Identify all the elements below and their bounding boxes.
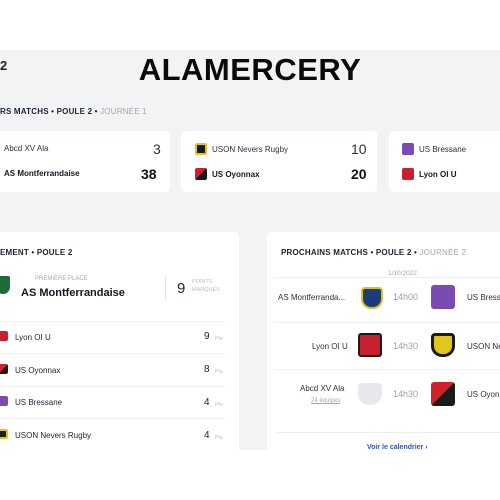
upcoming-section-title: PROCHAINS MATCHS • POULE 2 • JOURNÉE 2 bbox=[281, 248, 466, 257]
upcoming-3-time: 14h30 bbox=[393, 389, 419, 399]
result-2-home-row: USON Nevers Rugby 10 bbox=[195, 141, 375, 157]
upcoming-2-time: 14h30 bbox=[393, 341, 419, 351]
standings-card: EMENT • POULE 2 PREMIÈRE PLACE AS Montfe… bbox=[0, 232, 239, 462]
standings-row-2-team[interactable]: US Oyonnax bbox=[15, 366, 60, 375]
result-2-away-team: US Oyonnax bbox=[212, 169, 260, 179]
upcoming-3-subtext[interactable]: 24 équipes bbox=[311, 398, 340, 404]
standings-row-1-points: 9 bbox=[204, 331, 210, 342]
result-3-home-row: US Bressane bbox=[402, 143, 466, 155]
row-nevers-logo-icon bbox=[0, 429, 8, 439]
standings-row-4-pts-label: Pts bbox=[215, 435, 223, 441]
upcoming-card: PROCHAINS MATCHS • POULE 2 • JOURNÉE 2 1… bbox=[267, 232, 500, 462]
upcoming-divider-3 bbox=[275, 432, 500, 433]
standings-divider-1 bbox=[0, 321, 225, 322]
result-1-away-team: AS Montferrandaise bbox=[4, 169, 80, 178]
row-oyonnax-logo-icon bbox=[0, 364, 8, 374]
overlay-title: ALAMERCERY bbox=[138, 52, 362, 87]
result-1-away-score: 38 bbox=[141, 166, 157, 182]
leader-points-label-2: MARQUÉS bbox=[192, 287, 220, 293]
nevers-crest-icon bbox=[431, 333, 455, 357]
result-1-home-score: 3 bbox=[153, 141, 161, 157]
result-card-2[interactable]: USON Nevers Rugby 10 US Oyonnax 20 bbox=[181, 131, 377, 192]
results-journee: JOURNÉE 1 bbox=[100, 107, 147, 116]
upcoming-date-divider bbox=[275, 277, 500, 278]
standings-row-2-points: 8 bbox=[204, 364, 210, 375]
standings-divider-3 bbox=[0, 386, 225, 387]
lyon-ou-logo-icon bbox=[402, 168, 414, 180]
standings-divider-4 bbox=[0, 418, 225, 419]
placeholder-crest-icon bbox=[358, 383, 382, 405]
standings-row-1-team[interactable]: Lyon OI U bbox=[15, 333, 51, 342]
row-lyon-logo-icon bbox=[0, 331, 8, 341]
us-bressane-logo-icon bbox=[402, 143, 414, 155]
standings-row-4-points: 4 bbox=[204, 430, 210, 441]
upcoming-divider-1 bbox=[275, 322, 500, 323]
leader-label: PREMIÈRE PLACE bbox=[35, 276, 88, 282]
leader-divider bbox=[165, 275, 166, 301]
upcoming-journee: JOURNÉE 2 bbox=[419, 248, 467, 257]
row-bressane-logo-icon bbox=[0, 396, 8, 406]
upcoming-divider-2 bbox=[275, 369, 500, 370]
upcoming-1-away[interactable]: US Bress bbox=[467, 293, 500, 302]
result-2-away-score: 20 bbox=[351, 166, 367, 182]
result-1-home-team: Abcd XV Ala bbox=[4, 144, 49, 153]
upcoming-3-home[interactable]: Abcd XV Ala bbox=[300, 384, 344, 393]
standings-row-1-pts-label: Pts bbox=[215, 336, 223, 342]
standings-divider-2 bbox=[0, 353, 225, 354]
standings-row-4-team[interactable]: USON Nevers Rugby bbox=[15, 431, 91, 440]
uson-nevers-logo-icon bbox=[195, 143, 207, 155]
result-1-away-row: AS Montferrandaise 38 bbox=[4, 166, 164, 182]
results-title: RS MATCHS • POULE 2 • bbox=[0, 107, 98, 116]
results-section-title: RS MATCHS • POULE 2 • JOURNÉE 1 bbox=[0, 107, 147, 116]
leader-points: 9 bbox=[177, 280, 186, 297]
upcoming-2-home[interactable]: Lyon OI U bbox=[312, 342, 348, 351]
result-card-1[interactable]: Abcd XV Ala 3 AS Montferrandaise 38 bbox=[0, 131, 170, 192]
oyonnax-crest-icon bbox=[431, 382, 455, 406]
standings-row-3-team[interactable]: US Bressane bbox=[15, 398, 62, 407]
result-3-away-row: Lyon OI U bbox=[402, 168, 456, 180]
result-2-home-score: 10 bbox=[351, 141, 367, 157]
lyon-crest-icon bbox=[358, 333, 382, 357]
standings-title: EMENT • POULE 2 bbox=[0, 248, 73, 257]
leader-logo-icon bbox=[0, 276, 10, 294]
us-oyonnax-logo-icon bbox=[195, 168, 207, 180]
upcoming-date: 1/10/2022 bbox=[388, 270, 417, 277]
upcoming-1-home[interactable]: AS Montferranda... bbox=[278, 293, 345, 302]
upcoming-2-away[interactable]: USON Ne bbox=[467, 342, 500, 351]
upcoming-title: PROCHAINS MATCHS • POULE 2 • bbox=[281, 248, 417, 257]
standings-row-3-points: 4 bbox=[204, 397, 210, 408]
montferrandaise-crest-icon bbox=[361, 287, 383, 309]
bressane-crest-icon bbox=[431, 285, 455, 309]
result-3-away-team: Lyon OI U bbox=[419, 169, 457, 179]
result-2-away-row: US Oyonnax 20 bbox=[195, 166, 375, 182]
result-3-home-team: US Bressane bbox=[419, 144, 467, 154]
standings-row-3-pts-label: Pts bbox=[215, 402, 223, 408]
bottom-margin bbox=[0, 450, 500, 500]
leader-points-label-1: POINTS bbox=[192, 279, 213, 285]
upcoming-1-time: 14h00 bbox=[393, 292, 419, 302]
leader-name[interactable]: AS Montferrandaise bbox=[21, 287, 125, 299]
result-1-home-row: Abcd XV Ala 3 bbox=[4, 141, 164, 157]
page: 2 ALAMERCERY RS MATCHS • POULE 2 • JOURN… bbox=[0, 0, 500, 500]
standings-row-2-pts-label: Pts bbox=[215, 369, 223, 375]
result-2-home-team: USON Nevers Rugby bbox=[212, 144, 289, 154]
upcoming-3-away[interactable]: US Oyon bbox=[467, 390, 499, 399]
result-card-3[interactable]: US Bressane Lyon OI U bbox=[389, 131, 500, 192]
